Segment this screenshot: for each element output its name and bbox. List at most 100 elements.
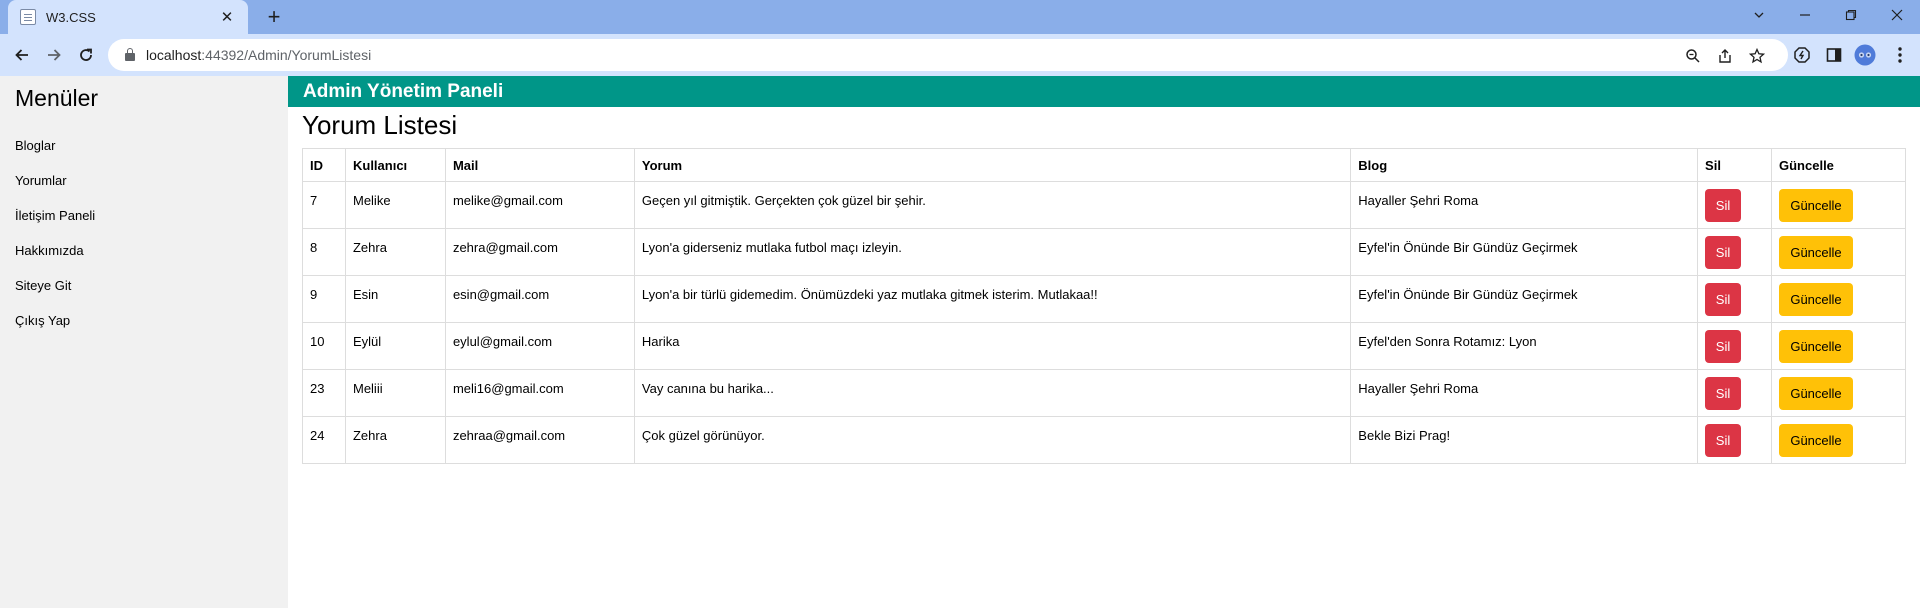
page-title: Yorum Listesi bbox=[302, 110, 458, 140]
cell-user: Eylül bbox=[344, 322, 446, 370]
extension-icon[interactable] bbox=[1790, 43, 1814, 67]
side-panel-icon[interactable] bbox=[1822, 43, 1846, 67]
cell-user: Melike bbox=[344, 181, 446, 229]
cell-comment: Harika bbox=[633, 322, 1352, 370]
reload-icon[interactable] bbox=[72, 41, 100, 69]
cell-update: Güncelle bbox=[1771, 181, 1906, 229]
delete-button[interactable]: Sil bbox=[1705, 424, 1742, 457]
cell-delete: Sil bbox=[1697, 181, 1772, 229]
lock-icon[interactable] bbox=[124, 48, 136, 62]
cell-mail: zehra@gmail.com bbox=[444, 228, 635, 276]
tab-search-icon[interactable] bbox=[1736, 0, 1782, 30]
cell-blog: Eyfel'in Önünde Bir Gündüz Geçirmek bbox=[1350, 228, 1699, 276]
cell-comment: Lyon'a bir türlü gidemedim. Önümüzdeki y… bbox=[633, 275, 1352, 323]
update-button[interactable]: Güncelle bbox=[1779, 236, 1853, 269]
page: Menüler Bloglar Yorumlar İletişim Paneli… bbox=[0, 76, 1920, 608]
update-button[interactable]: Güncelle bbox=[1779, 424, 1853, 457]
profile-avatar-icon[interactable] bbox=[1853, 43, 1877, 67]
sidebar-item-yorumlar[interactable]: Yorumlar bbox=[0, 163, 288, 198]
url-text[interactable]: localhost:44392/Admin/YorumListesi bbox=[146, 47, 371, 63]
cell-id: 7 bbox=[302, 181, 346, 229]
cell-delete: Sil bbox=[1697, 416, 1772, 464]
table-row: 9 Esin esin@gmail.com Lyon'a bir türlü g… bbox=[302, 275, 1906, 323]
cell-comment: Lyon'a giderseniz mutlaka futbol maçı iz… bbox=[633, 228, 1352, 276]
cell-blog: Bekle Bizi Prag! bbox=[1350, 416, 1699, 464]
share-icon[interactable] bbox=[1714, 45, 1736, 67]
column-header-comment: Yorum bbox=[633, 148, 1352, 182]
cell-delete: Sil bbox=[1697, 228, 1772, 276]
column-header-delete: Sil bbox=[1697, 148, 1772, 182]
sidebar-item-iletisim-paneli[interactable]: İletişim Paneli bbox=[0, 198, 288, 233]
cell-blog: Eyfel'in Önünde Bir Gündüz Geçirmek bbox=[1350, 275, 1699, 323]
table-row: 23 Meliii meli16@gmail.com Vay canına bu… bbox=[302, 369, 1906, 417]
header-title: Admin Yönetim Paneli bbox=[303, 80, 504, 102]
cell-user: Esin bbox=[344, 275, 446, 323]
cell-mail: zehraa@gmail.com bbox=[444, 416, 635, 464]
column-header-update: Güncelle bbox=[1771, 148, 1906, 182]
forward-arrow-icon[interactable] bbox=[40, 41, 68, 69]
sidebar: Menüler Bloglar Yorumlar İletişim Paneli… bbox=[0, 76, 288, 608]
page-icon bbox=[20, 9, 36, 25]
address-bar[interactable]: localhost:44392/Admin/YorumListesi bbox=[108, 39, 1788, 71]
bookmark-star-icon[interactable] bbox=[1746, 45, 1768, 67]
cell-blog: Eyfel'den Sonra Rotamız: Lyon bbox=[1350, 322, 1699, 370]
cell-id: 23 bbox=[302, 369, 346, 417]
cell-user: Zehra bbox=[344, 416, 446, 464]
update-button[interactable]: Güncelle bbox=[1779, 377, 1853, 410]
delete-button[interactable]: Sil bbox=[1705, 330, 1742, 363]
comments-table: ID Kullanıcı Mail Yorum Blog Sil Güncell… bbox=[302, 148, 1906, 464]
cell-update: Güncelle bbox=[1771, 369, 1906, 417]
back-arrow-icon[interactable] bbox=[8, 41, 36, 69]
restore-icon[interactable] bbox=[1828, 0, 1874, 30]
browser-toolbar: localhost:44392/Admin/YorumListesi bbox=[0, 34, 1920, 76]
sidebar-item-siteye-git[interactable]: Siteye Git bbox=[0, 268, 288, 303]
cell-update: Güncelle bbox=[1771, 416, 1906, 464]
column-header-user: Kullanıcı bbox=[344, 148, 446, 182]
sidebar-item-bloglar[interactable]: Bloglar bbox=[0, 128, 288, 163]
table-row: 10 Eylül eylul@gmail.com Harika Eyfel'de… bbox=[302, 322, 1906, 370]
cell-id: 10 bbox=[302, 322, 346, 370]
table-header-row: ID Kullanıcı Mail Yorum Blog Sil Güncell… bbox=[302, 148, 1906, 182]
delete-button[interactable]: Sil bbox=[1705, 236, 1742, 269]
sidebar-title: Menüler bbox=[15, 85, 99, 111]
column-header-mail: Mail bbox=[444, 148, 635, 182]
update-button[interactable]: Güncelle bbox=[1779, 330, 1853, 363]
close-tab-icon[interactable]: ✕ bbox=[218, 8, 236, 26]
zoom-icon[interactable] bbox=[1682, 45, 1704, 67]
new-tab-button[interactable]: + bbox=[260, 4, 288, 32]
cell-comment: Çok güzel görünüyor. bbox=[633, 416, 1352, 464]
cell-delete: Sil bbox=[1697, 322, 1772, 370]
tab-title: W3.CSS bbox=[46, 9, 96, 25]
cell-mail: meli16@gmail.com bbox=[444, 369, 635, 417]
cell-comment: Geçen yıl gitmiştik. Gerçekten çok güzel… bbox=[633, 181, 1352, 229]
table-row: 8 Zehra zehra@gmail.com Lyon'a giderseni… bbox=[302, 228, 1906, 276]
table-row: 24 Zehra zehraa@gmail.com Çok güzel görü… bbox=[302, 416, 1906, 464]
cell-update: Güncelle bbox=[1771, 275, 1906, 323]
sidebar-item-hakkimizda[interactable]: Hakkımızda bbox=[0, 233, 288, 268]
cell-mail: esin@gmail.com bbox=[444, 275, 635, 323]
cell-update: Güncelle bbox=[1771, 228, 1906, 276]
minimize-icon[interactable] bbox=[1782, 0, 1828, 30]
cell-blog: Hayaller Şehri Roma bbox=[1350, 369, 1699, 417]
close-window-icon[interactable] bbox=[1874, 0, 1920, 30]
cell-comment: Vay canına bu harika... bbox=[633, 369, 1352, 417]
column-header-blog: Blog bbox=[1350, 148, 1699, 182]
cell-user: Zehra bbox=[344, 228, 446, 276]
delete-button[interactable]: Sil bbox=[1705, 189, 1742, 222]
cell-blog: Hayaller Şehri Roma bbox=[1350, 181, 1699, 229]
cell-delete: Sil bbox=[1697, 275, 1772, 323]
cell-id: 24 bbox=[302, 416, 346, 464]
table-row: 7 Melike melike@gmail.com Geçen yıl gitm… bbox=[302, 181, 1906, 229]
more-menu-icon[interactable] bbox=[1888, 43, 1912, 67]
cell-id: 9 bbox=[302, 275, 346, 323]
browser-tab[interactable]: W3.CSS ✕ bbox=[8, 0, 248, 34]
sidebar-item-cikis-yap[interactable]: Çıkış Yap bbox=[0, 303, 288, 338]
delete-button[interactable]: Sil bbox=[1705, 283, 1742, 316]
cell-mail: melike@gmail.com bbox=[444, 181, 635, 229]
update-button[interactable]: Güncelle bbox=[1779, 283, 1853, 316]
header-bar: Admin Yönetim Paneli bbox=[288, 76, 1920, 107]
column-header-id: ID bbox=[302, 148, 346, 182]
delete-button[interactable]: Sil bbox=[1705, 377, 1742, 410]
main-content: Admin Yönetim Paneli Yorum Listesi ID Ku… bbox=[288, 76, 1920, 608]
update-button[interactable]: Güncelle bbox=[1779, 189, 1853, 222]
